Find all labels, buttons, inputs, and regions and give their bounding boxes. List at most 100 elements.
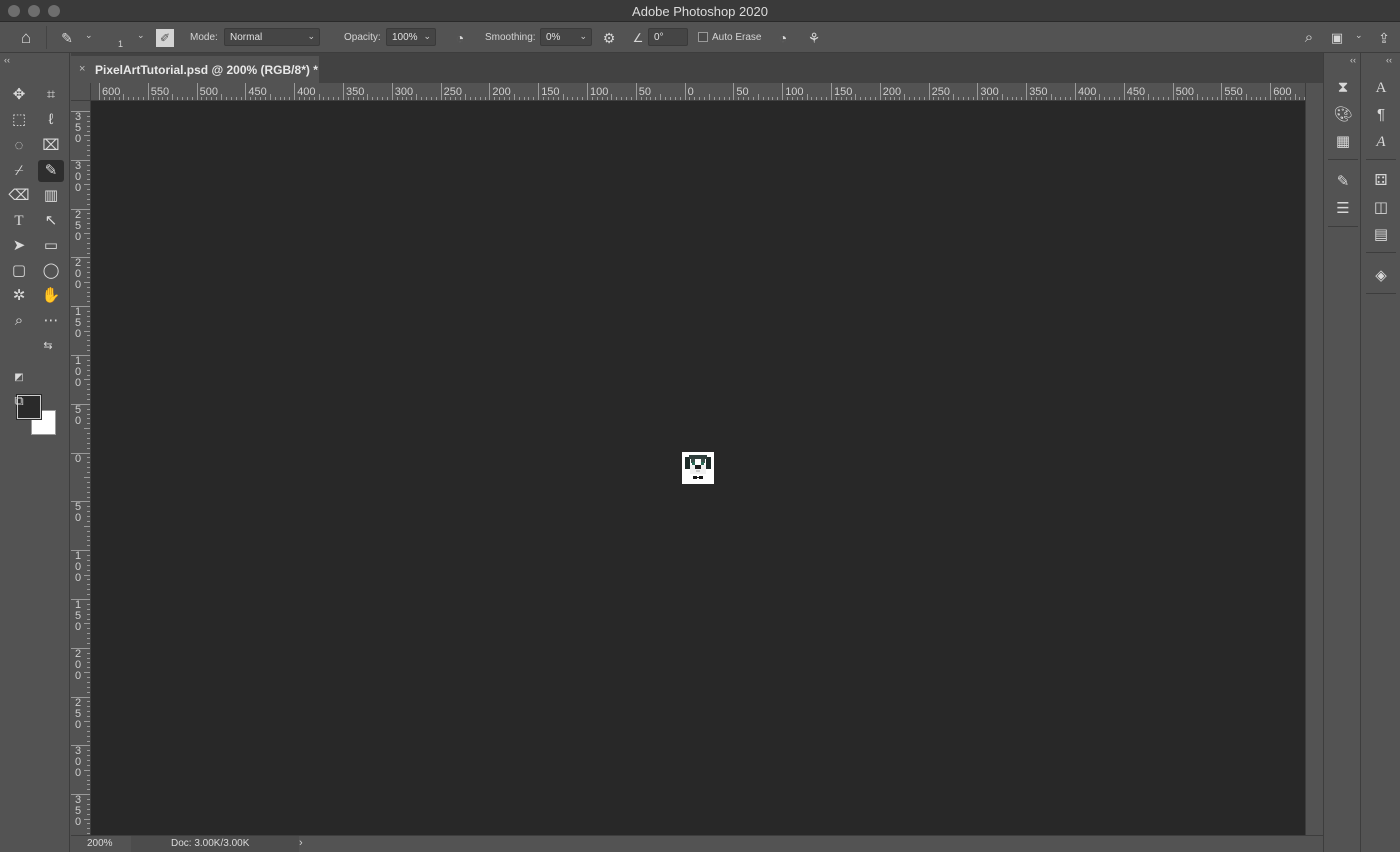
ruler-minor-tick (777, 97, 779, 100)
options-bar: ⌂ ✎ ⌄ 1 ⌄ ✐ Mode: Normal ⌄ Opacity: 100%… (0, 22, 1400, 53)
hand-tool-icon[interactable]: ✋ (38, 285, 64, 307)
ruler-minor-tick (87, 364, 90, 366)
ruler-minor-tick (508, 97, 510, 100)
brush-size-chevron-icon[interactable]: ⌄ (137, 30, 145, 41)
workspace-chevron-icon[interactable]: ⌄ (1355, 30, 1363, 41)
rounded-rectangle-tool-icon[interactable]: ▢ (6, 260, 32, 282)
status-menu-arrow[interactable]: › (299, 837, 303, 849)
path-selection-tool-icon[interactable]: ↖ (38, 210, 64, 232)
search-icon[interactable]: ⌕ (1299, 28, 1319, 48)
ruler-minor-tick (87, 740, 90, 742)
vertical-ruler[interactable]: 350 300 250 200 150 100 50 0 50 100 150 200 250 300 35… (71, 101, 91, 835)
ruler-minor-tick (87, 657, 90, 659)
default-colors-icon[interactable]: ◩ (12, 367, 26, 389)
properties-icon[interactable]: ◫ (1370, 197, 1392, 219)
smoothing-input[interactable]: 0% ⌄ (540, 28, 592, 46)
ruler-minor-tick (87, 433, 90, 435)
ruler-minor-tick (87, 784, 90, 786)
libraries-icon[interactable]: ⚃ (1370, 170, 1392, 192)
close-icon[interactable]: × (79, 63, 85, 75)
paragraph-panel-icon[interactable]: ¶ (1370, 104, 1392, 126)
ruler-minor-tick (665, 97, 667, 100)
info-panel-icon[interactable]: ▤ (1370, 224, 1392, 246)
zoom-tool-icon[interactable]: ⌕ (6, 310, 32, 332)
collapse-dock-icon[interactable]: ‹‹ (1350, 55, 1356, 65)
ruler-minor-tick (850, 97, 852, 100)
type-tool-icon[interactable]: T (6, 210, 32, 232)
brush-settings-icon[interactable]: ✎ (1332, 171, 1354, 193)
eraser-tool-icon[interactable]: ⌫ (6, 185, 32, 207)
ruler-minor-tick (87, 272, 90, 274)
auto-erase-checkbox[interactable] (698, 32, 708, 42)
ruler-label: 250 (74, 696, 82, 731)
ruler-minor-tick (87, 345, 90, 347)
home-icon[interactable]: ⌂ (16, 28, 36, 48)
brush-settings-panel-icon[interactable]: ✐ (156, 29, 174, 47)
ruler-minor-tick (377, 97, 379, 100)
pencil-tool-icon[interactable]: ✎ (38, 160, 64, 182)
swap-colors-icon[interactable]: ⇆ (40, 335, 56, 357)
workspace-icon[interactable]: ▣ (1327, 28, 1347, 48)
ruler-minor-tick (1089, 97, 1091, 100)
ruler-minor-tick (904, 94, 906, 100)
ruler-minor-tick (84, 721, 90, 722)
share-icon[interactable]: ⇪ (1374, 28, 1394, 48)
direct-selection-tool-icon[interactable]: ➤ (6, 235, 32, 257)
marquee-tool-icon[interactable]: ⬚ (6, 109, 32, 131)
canvas-area[interactable] (91, 101, 1305, 835)
ruler-minor-tick (87, 228, 90, 230)
lasso-tool-icon[interactable]: ℓ (38, 109, 64, 131)
collapse-toolbar-icon[interactable]: ‹‹ (4, 55, 10, 65)
gear-icon[interactable]: ⚙ (599, 28, 619, 48)
chevron-down-icon[interactable]: ⌄ (85, 30, 93, 41)
collapse-dock-icon[interactable]: ‹‹ (1386, 55, 1392, 65)
layers-icon[interactable]: ◈ (1370, 265, 1392, 287)
gradient-tool-icon[interactable]: ▥ (38, 185, 64, 207)
horizontal-ruler[interactable]: 600 550 500 450 400 350 300 250 200 150 100 50 0 50 10… (91, 83, 1305, 101)
opacity-input[interactable]: 100% ⌄ (386, 28, 436, 46)
color-palette-icon[interactable]: 🎨︎ (1332, 104, 1354, 126)
eyedropper-tool-icon[interactable]: ⌿ (6, 160, 32, 182)
pixel-art-document[interactable] (682, 452, 714, 484)
swatches-grid-icon[interactable]: ▦ (1332, 131, 1354, 153)
pressure-opacity-icon[interactable]: ◔ (450, 28, 470, 48)
ellipse-tool-icon[interactable]: ◯ (38, 260, 64, 282)
ruler-minor-tick (87, 389, 90, 391)
dock-separator (1366, 159, 1396, 160)
document-info[interactable]: Doc: 3.00K/3.00K (131, 836, 299, 852)
artboard-tool-icon[interactable]: ⌗ (38, 84, 64, 106)
mode-select[interactable]: Normal ⌄ (224, 28, 320, 46)
ruler-minor-tick (87, 496, 90, 498)
ruler-minor-tick (87, 828, 90, 830)
move-tool-icon[interactable]: ✥ (6, 84, 32, 106)
ruler-minor-tick (255, 97, 257, 100)
pressure-size-icon[interactable]: ◔ (773, 28, 793, 48)
ruler-origin[interactable] (71, 83, 91, 101)
document-tab[interactable]: × PixelArtTutorial.psd @ 200% (RGB/8*) * (71, 56, 319, 83)
adjustments-sliders-icon[interactable]: ☰ (1332, 198, 1354, 220)
ruler-minor-tick (601, 97, 603, 100)
ruler-minor-tick (87, 291, 90, 293)
quick-selection-tool-icon[interactable]: ◌ (6, 135, 32, 157)
zoom-level[interactable]: 200% (71, 836, 129, 852)
history-icon[interactable]: ⧗ (1332, 77, 1354, 99)
ruler-minor-tick (372, 97, 374, 100)
more-tools-icon[interactable]: ⋯ (38, 310, 64, 332)
character-panel-icon[interactable]: A (1370, 77, 1392, 99)
ruler-minor-tick (909, 97, 911, 100)
screen-mode-icon[interactable]: ⧉ (6, 390, 32, 412)
pencil-preset-icon[interactable]: ✎ (57, 28, 77, 48)
crop-tool-icon[interactable]: ⌧ (38, 135, 64, 157)
glyphs-panel-icon[interactable]: A (1370, 131, 1392, 153)
angle-input[interactable]: 0° (648, 28, 688, 46)
window-titlebar: Adobe Photoshop 2020 (0, 0, 1400, 22)
symmetry-butterfly-icon[interactable]: ⚘ (804, 28, 824, 48)
ruler-minor-tick (460, 97, 462, 100)
ruler-minor-tick (87, 511, 90, 513)
custom-shape-tool-icon[interactable]: ✲ (6, 285, 32, 307)
opacity-value: 100% (392, 32, 418, 43)
rectangle-tool-icon[interactable]: ▭ (38, 235, 64, 257)
ruler-minor-tick (835, 97, 837, 100)
ruler-minor-tick (421, 97, 423, 100)
ruler-minor-tick (323, 97, 325, 100)
